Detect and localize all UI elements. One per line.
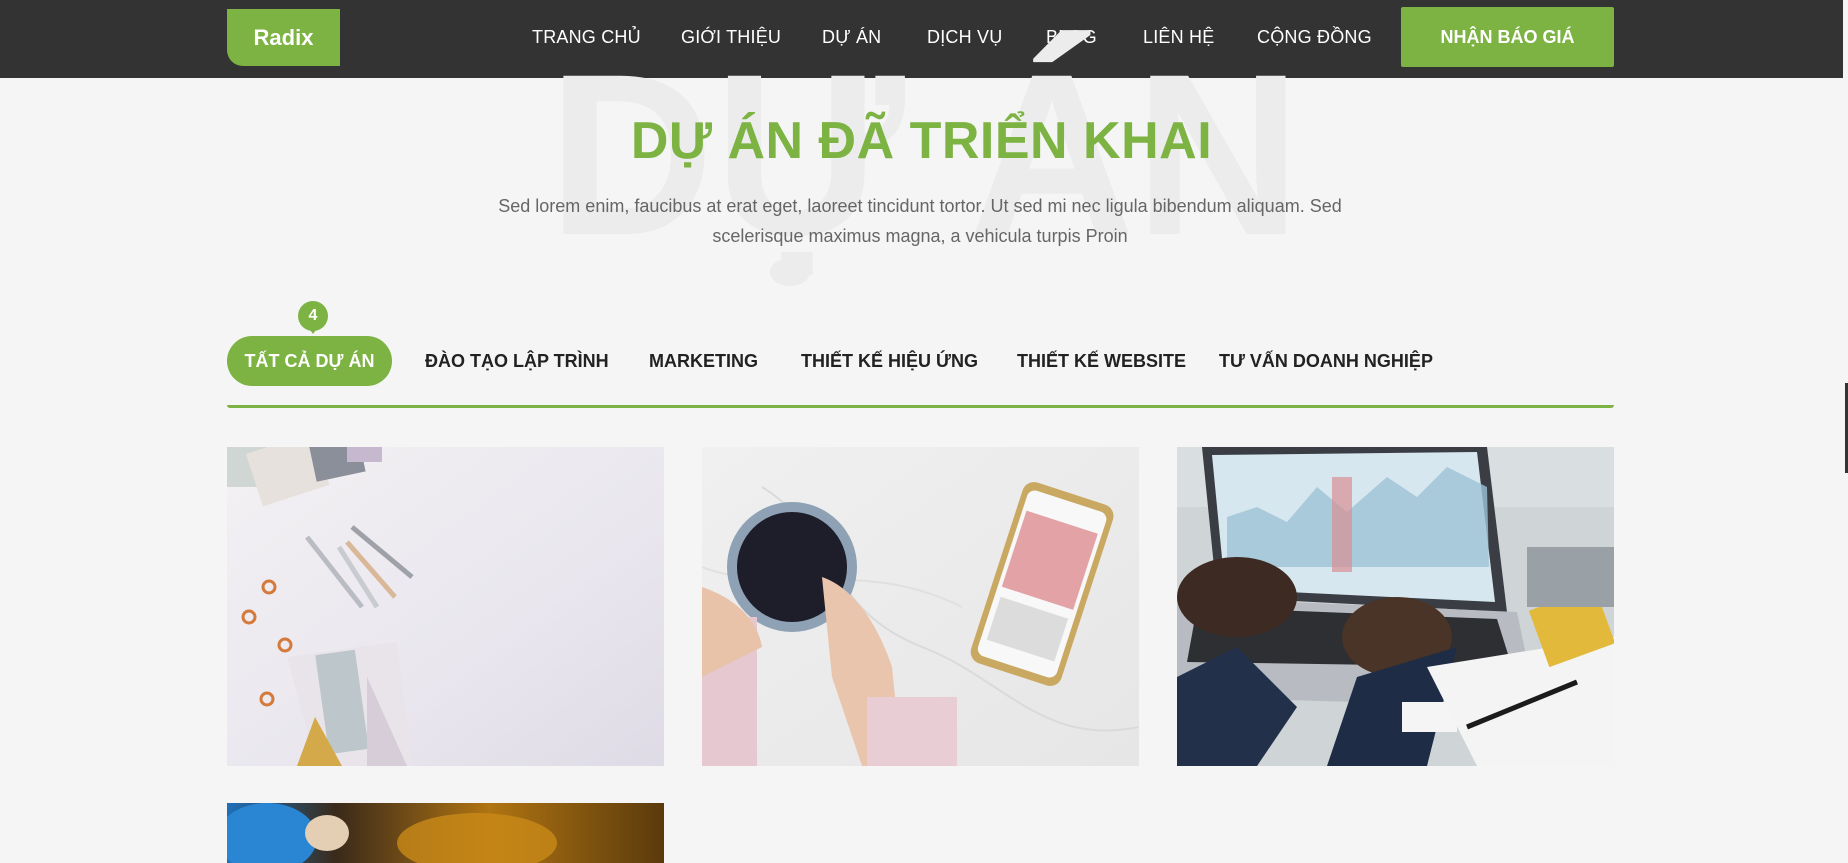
tabs-underline <box>227 405 1614 408</box>
kid-playing-photo <box>227 803 664 863</box>
page-description: Sed lorem enim, faucibus at erat eget, l… <box>498 196 1342 246</box>
page-title: DỰ ÁN ĐÃ TRIỂN KHAI <box>630 112 1213 170</box>
tab-effects-design[interactable]: THIẾT KẾ HIỆU ỨNG <box>801 336 978 386</box>
tab-all-projects[interactable]: TẤT CẢ DỰ ÁN <box>227 336 392 386</box>
tab-marketing[interactable]: MARKETING <box>649 336 758 386</box>
tab-website-design[interactable]: THIẾT KẾ WEBSITE <box>1017 336 1186 386</box>
desk-stationery-photo <box>227 447 664 766</box>
badge-pointer <box>308 327 318 334</box>
project-card-laptop[interactable] <box>1177 447 1614 766</box>
tab-programming-training[interactable]: ĐÀO TẠO LẬP TRÌNH <box>425 336 609 386</box>
tab-business-consulting[interactable]: TƯ VẤN DOANH NGHIỆP <box>1219 336 1433 386</box>
project-card-kid[interactable] <box>227 803 664 863</box>
watermark-dot <box>770 258 810 286</box>
project-card-stationery[interactable] <box>227 447 664 766</box>
coffee-phone-photo <box>702 447 1139 766</box>
project-card-coffee[interactable] <box>702 447 1139 766</box>
get-quote-button[interactable]: NHẬN BÁO GIÁ <box>1401 7 1614 67</box>
laptop-analytics-photo <box>1177 447 1614 766</box>
